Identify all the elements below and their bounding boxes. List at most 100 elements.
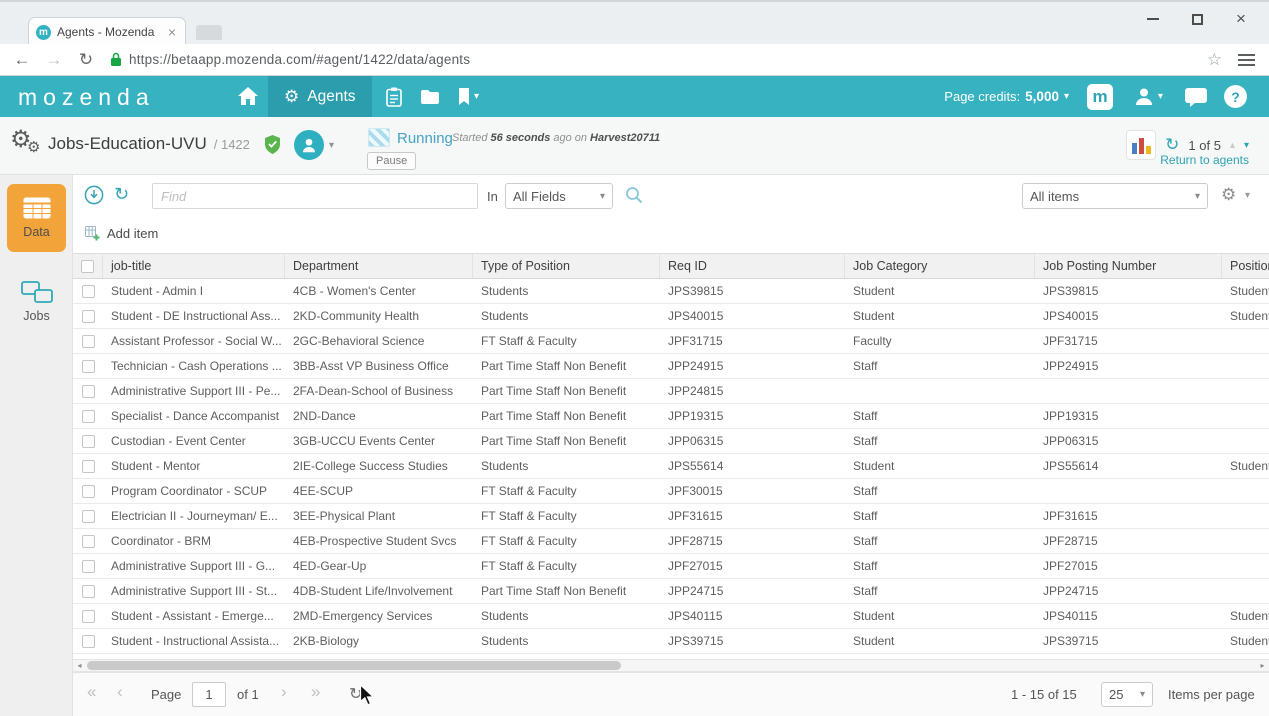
fields-select-value: All Fields [513, 188, 566, 204]
column-header[interactable]: job-title [103, 254, 285, 278]
window-close-button[interactable]: × [1219, 6, 1263, 32]
url-bar[interactable]: https://betaapp.mozenda.com/#agent/1422/… [110, 48, 1193, 72]
items-per-page-select[interactable]: 25 ▾ [1101, 682, 1153, 707]
table-row[interactable]: Assistant Professor - Social W... 2GC-Beh… [73, 329, 1269, 354]
row-checkbox[interactable] [81, 359, 95, 373]
scroll-right-icon[interactable]: ▸ [1256, 660, 1269, 671]
agent-avatar-menu[interactable]: ▾ [294, 130, 334, 160]
add-item-button[interactable]: Add item [85, 226, 158, 241]
chevron-down-icon[interactable]: ▾ [1245, 190, 1250, 201]
row-checkbox[interactable] [81, 284, 95, 298]
fields-select[interactable]: All Fields ▾ [505, 183, 613, 209]
table-row[interactable]: Student - Admin I 4CB - Women's Center Stu… [73, 279, 1269, 304]
table-row[interactable]: Coordinator - BRM 4EB-Prospective Student… [73, 529, 1269, 554]
view-settings-gear-icon[interactable]: ⚙ [1221, 185, 1236, 205]
table-row[interactable]: Student - Instructional Assista... 2KB-Bi… [73, 629, 1269, 654]
table-row[interactable]: Administrative Support III - St... 4DB-St… [73, 579, 1269, 604]
first-page-button[interactable]: « [87, 682, 96, 702]
row-checkbox[interactable] [81, 484, 95, 498]
row-checkbox-cell [73, 354, 103, 378]
tab-agents[interactable]: ⚙ Agents [268, 76, 372, 117]
table-row[interactable]: Student - DE Instructional Ass... 2KD-Com… [73, 304, 1269, 329]
row-checkbox-cell [73, 554, 103, 578]
column-header[interactable]: Position [1222, 254, 1269, 278]
row-checkbox[interactable] [81, 609, 95, 623]
column-header[interactable]: Type of Position [473, 254, 660, 278]
row-checkbox[interactable] [81, 534, 95, 548]
browser-menu-icon[interactable] [1238, 53, 1255, 66]
sidebar-item-data[interactable]: Data [7, 184, 66, 252]
column-header[interactable]: Req ID [660, 254, 845, 278]
window-maximize-button[interactable] [1175, 6, 1219, 32]
browser-tab[interactable]: m Agents - Mozenda × [28, 17, 186, 46]
row-checkbox-cell [73, 504, 103, 528]
page-credits[interactable]: Page credits: 5,000 ▾ [944, 89, 1069, 104]
tab-close-icon[interactable]: × [166, 24, 178, 40]
download-icon[interactable] [84, 185, 104, 205]
row-checkbox[interactable] [81, 459, 95, 473]
new-tab-button[interactable] [196, 25, 222, 40]
mozenda-logo[interactable]: mozenda [18, 84, 155, 111]
row-checkbox[interactable] [81, 509, 95, 523]
help-icon[interactable]: ? [1224, 85, 1247, 108]
back-icon[interactable]: ← [12, 50, 32, 70]
table-row[interactable]: Program Coordinator - SCUP 4EE-SCUP FT Sta… [73, 479, 1269, 504]
window-minimize-button[interactable] [1131, 6, 1175, 32]
table-row[interactable]: Administrative Support III - G... 4ED-Gea… [73, 554, 1269, 579]
items-filter-select[interactable]: All items ▾ [1022, 183, 1208, 209]
sidebar-item-jobs[interactable]: Jobs [0, 267, 73, 337]
table-row[interactable]: Custodian - Event Center 3GB-UCCU Events … [73, 429, 1269, 454]
column-header[interactable]: Department [285, 254, 473, 278]
table-cell: 2FA-Dean-School of Business [293, 384, 454, 398]
last-page-button[interactable]: » [311, 682, 320, 702]
row-checkbox[interactable] [81, 309, 95, 323]
scrollbar-thumb[interactable] [87, 661, 621, 670]
table-cell [1035, 379, 1222, 403]
row-checkbox[interactable] [81, 384, 95, 398]
prev-agent-icon[interactable]: ▴ [1230, 140, 1235, 151]
agent-settings-icon[interactable]: ⚙ ⚙ [10, 125, 46, 165]
next-agent-icon[interactable]: ▾ [1244, 140, 1249, 151]
table-cell: Part Time Staff Non Benefit [481, 409, 627, 423]
home-icon[interactable] [238, 87, 258, 105]
forward-icon[interactable]: → [44, 50, 64, 70]
row-checkbox[interactable] [81, 409, 95, 423]
column-header[interactable]: Job Posting Number [1035, 254, 1222, 278]
prev-page-button[interactable]: ‹ [117, 682, 123, 702]
collections-icon[interactable] [386, 87, 402, 107]
user-menu[interactable]: ▾ [1134, 86, 1163, 106]
chat-icon[interactable] [1185, 88, 1207, 107]
row-checkbox[interactable] [81, 634, 95, 648]
bookmark-menu[interactable]: ▾ [458, 87, 479, 106]
table-row[interactable]: Student - Mentor 2IE-College Success Stud… [73, 454, 1269, 479]
table-row[interactable]: Technician - Cash Operations ... 3BB-Asst… [73, 354, 1269, 379]
table-row[interactable]: Student - Assistant - Emerge... 2MD-Emerg… [73, 604, 1269, 629]
row-checkbox[interactable] [81, 434, 95, 448]
table-cell: JPS55614 [1043, 459, 1099, 473]
select-all-checkbox[interactable] [81, 259, 94, 273]
page-number-input[interactable] [192, 682, 226, 707]
mozenda-m-icon[interactable]: m [1087, 84, 1113, 110]
scroll-left-icon[interactable]: ◂ [73, 660, 86, 671]
chart-icon[interactable] [1126, 130, 1157, 160]
table-row[interactable]: Specialist - Dance Accompanist 2ND-Dance P… [73, 404, 1269, 429]
next-page-button[interactable]: › [281, 682, 287, 702]
row-checkbox-cell [73, 404, 103, 428]
find-input[interactable] [152, 183, 478, 209]
folder-icon[interactable] [420, 89, 440, 105]
pause-button[interactable]: Pause [367, 152, 417, 170]
bookmark-star-icon[interactable]: ☆ [1207, 50, 1222, 70]
table-row[interactable]: Electrician II - Journeyman/ E... 3EE-Phy… [73, 504, 1269, 529]
column-header[interactable]: Job Category [845, 254, 1035, 278]
table-cell: Staff [853, 434, 878, 448]
search-icon[interactable] [625, 186, 643, 204]
reload-icon[interactable]: ↻ [76, 50, 96, 70]
row-checkbox[interactable] [81, 559, 95, 573]
table-row[interactable]: Administrative Support III - Pe... 2FA-De… [73, 379, 1269, 404]
return-to-agents-link[interactable]: Return to agents [1160, 153, 1249, 167]
refresh-agent-icon[interactable]: ↻ [1165, 135, 1179, 155]
horizontal-scrollbar[interactable]: ◂ ▸ [73, 659, 1269, 672]
row-checkbox[interactable] [81, 584, 95, 598]
refresh-data-icon[interactable]: ↻ [114, 184, 129, 205]
row-checkbox[interactable] [81, 334, 95, 348]
